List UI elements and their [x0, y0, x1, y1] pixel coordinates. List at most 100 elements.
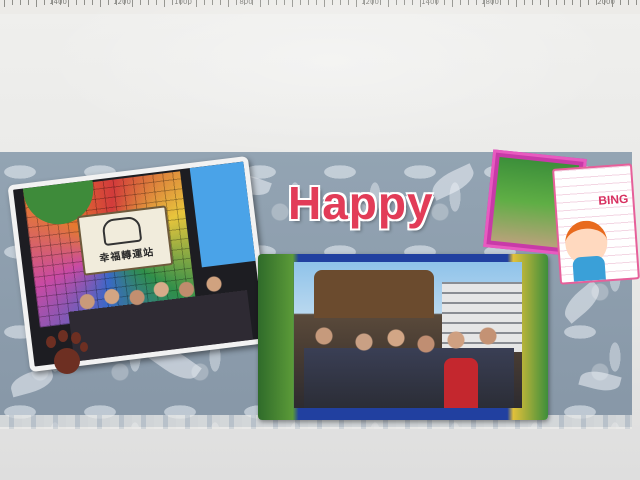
ruler-tick — [524, 0, 525, 5]
ruler-tick — [564, 0, 565, 5]
leaf-decoration — [558, 280, 606, 324]
ruler-tick — [396, 0, 397, 5]
ruler-tick — [108, 0, 109, 5]
ruler-tick — [612, 0, 613, 7]
carousel — [314, 270, 434, 318]
ruler-tick — [372, 0, 373, 5]
ruler-tick — [484, 0, 485, 7]
ruler-tick — [548, 0, 549, 7]
ruler-tick — [348, 0, 349, 5]
ruler-tick — [236, 0, 237, 5]
bingo-text: BING — [597, 191, 629, 208]
ruler-tick — [276, 0, 277, 5]
ruler-tick — [12, 0, 13, 5]
ruler-tick — [380, 0, 381, 5]
person-red-shirt — [444, 358, 478, 408]
ruler-tick — [180, 0, 181, 5]
ruler-tick — [324, 0, 325, 7]
ruler-tick — [452, 0, 453, 7]
ruler-tick — [356, 0, 357, 7]
ruler-tick — [292, 0, 293, 7]
ruler-tick — [588, 0, 589, 5]
ruler-tick — [516, 0, 517, 7]
ruler-tick — [52, 0, 53, 5]
ruler-tick — [620, 0, 621, 5]
ruler-tick — [156, 0, 157, 5]
ruler-tick — [604, 0, 605, 5]
group-of-people — [304, 322, 514, 408]
sign-text: 幸福轉運站 — [98, 247, 155, 265]
ruler-tick — [436, 0, 437, 5]
ruler-tick — [68, 0, 69, 7]
ruler-tick — [36, 0, 37, 7]
ruler-tick — [44, 0, 45, 5]
ruler-tick — [164, 0, 165, 7]
ruler-tick — [92, 0, 93, 5]
ruler-tick — [20, 0, 21, 5]
station-sign: 幸福轉運站 — [76, 205, 174, 276]
ruler-tick — [76, 0, 77, 5]
leaf-decoration — [578, 367, 622, 395]
ruler-tick — [540, 0, 541, 5]
ruler-tick — [636, 0, 637, 5]
ruler-tick — [476, 0, 477, 5]
ruler-tick — [340, 0, 341, 5]
ruler-tick — [404, 0, 405, 5]
ruler-tick — [228, 0, 229, 7]
ruler-tick — [260, 0, 261, 7]
ruler-tick — [428, 0, 429, 5]
ruler-tick — [572, 0, 573, 5]
ruler-tick — [28, 0, 29, 5]
ruler-tick — [532, 0, 533, 5]
ruler-tick — [468, 0, 469, 5]
ruler-tick — [132, 0, 133, 7]
happy-title: Happy — [288, 177, 434, 229]
ruler-tick — [308, 0, 309, 5]
ruler-tick — [220, 0, 221, 5]
ruler-tick — [188, 0, 189, 5]
ruler-tick — [412, 0, 413, 5]
ruler-tick — [628, 0, 629, 5]
ruler-tick — [140, 0, 141, 5]
ruler-tick — [444, 0, 445, 5]
ruler-label: 1000 — [174, 0, 192, 6]
ruler-tick — [596, 0, 597, 5]
elephant-icon — [101, 215, 143, 247]
ruler-tick — [148, 0, 149, 5]
sky — [189, 161, 258, 268]
ruler-tick — [268, 0, 269, 5]
cartoon-girl-body — [572, 255, 606, 282]
ruler-tick — [316, 0, 317, 5]
ruler-tick — [172, 0, 173, 5]
group-photo-center[interactable] — [258, 254, 548, 420]
ruler-tick — [84, 0, 85, 5]
ruler-tick — [364, 0, 365, 5]
bingo-card[interactable]: BING — [552, 163, 640, 285]
ruler-tick — [500, 0, 501, 5]
leaf-decoration — [427, 163, 479, 201]
ruler-tick — [244, 0, 245, 5]
ruler-tick — [300, 0, 301, 5]
ruler-tick — [492, 0, 493, 5]
ruler-tick — [100, 0, 101, 7]
ruler-tick — [204, 0, 205, 5]
ruler-tick — [508, 0, 509, 5]
paw-print-icon — [44, 330, 88, 380]
ruler-tick — [388, 0, 389, 7]
ruler-tick — [212, 0, 213, 5]
ruler-tick — [332, 0, 333, 5]
top-ruler[interactable]: 1400 1200 1000 800 1200 1400 1800 2000 — [0, 0, 640, 15]
ruler-tick — [196, 0, 197, 7]
ruler-tick — [580, 0, 581, 7]
ruler-tick — [252, 0, 253, 5]
ruler-tick — [4, 0, 5, 7]
ruler-tick — [116, 0, 117, 5]
photo-scene — [294, 262, 522, 408]
ruler-tick — [460, 0, 461, 5]
ruler-tick — [420, 0, 421, 7]
ruler-label: 800 — [239, 0, 253, 6]
ruler-tick — [124, 0, 125, 5]
ruler-tick — [284, 0, 285, 5]
ruler-tick — [556, 0, 557, 5]
ruler-tick — [60, 0, 61, 5]
